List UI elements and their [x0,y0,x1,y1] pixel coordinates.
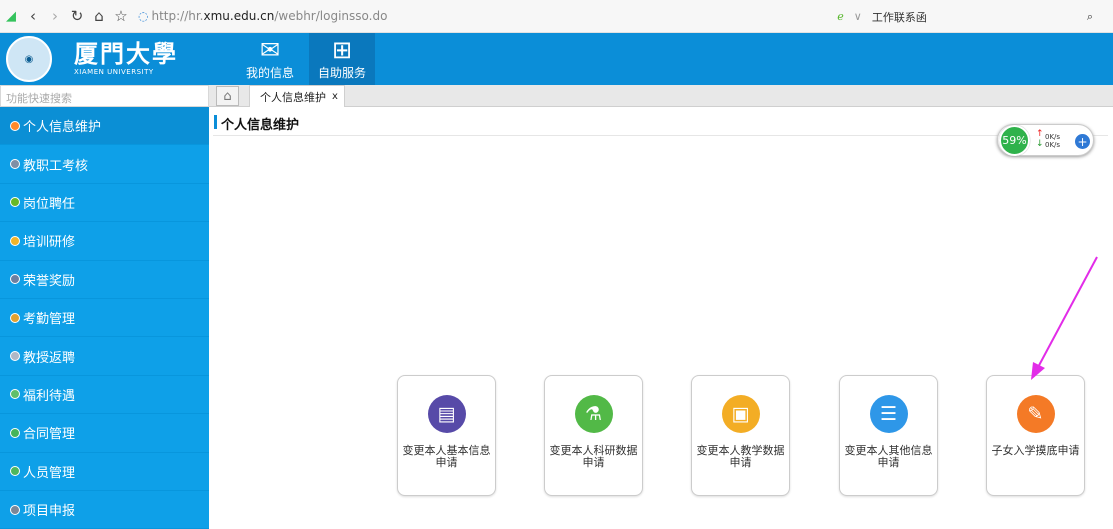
tab-close-icon[interactable]: x [332,91,338,102]
training-icon [10,235,20,246]
person-icon [10,120,20,131]
sidebar-item-position[interactable]: 岗位聘任 [0,184,209,223]
favorite-star-icon[interactable]: ☆ [110,5,132,27]
rehire-icon [10,351,20,362]
page-icon: ◌ [138,9,149,23]
browser-logo-icon: ◢ [6,8,16,24]
sidebar-menu: 个人信息维护 教职工考核 岗位聘任 培训研修 荣誉奖励 考勤管理 教授返聘 福利… [0,107,209,529]
list-icon: ☰ [869,395,908,433]
url-domain: xmu.edu.cn [203,9,275,23]
logo-english-name: XIAMEN UNIVERSITY [74,68,154,76]
app-header: ◉ 厦門大學 XIAMEN UNIVERSITY ✉ 我的信息 ⊞ 自助服务 [0,33,1113,85]
network-speed-widget[interactable]: 59% ↑ ↓ 0K/s 0K/s + [997,124,1094,156]
sidebar-item-contract[interactable]: 合同管理 [0,414,209,453]
sidebar-item-personal-info[interactable]: 个人信息维护 [0,107,209,146]
card-other-info-change[interactable]: ☰ 变更本人其他信息申请 [839,375,938,496]
tab-label: 个人信息维护 [260,90,326,104]
sidebar-item-welfare[interactable]: 福利待遇 [0,376,209,415]
honor-icon [10,274,20,285]
url-prefix: http://hr. [151,9,204,23]
sidebar-item-rehire[interactable]: 教授返聘 [0,337,209,376]
sidebar-item-label: 荣誉奖励 [23,273,76,289]
card-label: 变更本人基本信息申请 [402,444,491,469]
sidebar-item-label: 岗位聘任 [23,196,76,212]
university-logo[interactable]: ◉ 厦門大學 XIAMEN UNIVERSITY [6,36,178,82]
grid-icon: ⊞ [331,36,353,64]
sidebar-item-staff-assessment[interactable]: 教职工考核 [0,145,209,184]
address-bar[interactable]: ◌ http://hr. xmu.edu.cn/webhr/loginsso.do [138,9,387,23]
microscope-icon: ⚗ [574,395,613,433]
envelope-icon: ✉ [259,36,281,64]
sidebar-item-attendance[interactable]: 考勤管理 [0,299,209,338]
logo-chinese-name: 厦門大學 [74,39,178,68]
nav-my-info[interactable]: ✉ 我的信息 [237,33,303,85]
refresh-icon[interactable]: ↻ [66,5,88,27]
sidebar-item-honors[interactable]: 荣誉奖励 [0,261,209,299]
sidebar-item-label: 培训研修 [23,235,76,251]
search-icon[interactable]: ⌕ [1087,10,1093,24]
browser-bookmark-label[interactable]: 工作联系函 [872,9,927,25]
download-speed: 0K/s [1045,141,1061,149]
sidebar-item-label: 人员管理 [23,465,76,481]
sidebar-item-label: 教授返聘 [23,350,76,366]
upload-speed: 0K/s [1045,133,1061,141]
home-icon[interactable]: ⌂ [88,5,110,27]
assessment-icon [10,159,20,170]
upload-arrow-icon: ↑ [1036,129,1044,139]
function-search-input[interactable]: 功能快速搜索 [0,85,209,107]
card-basic-info-change[interactable]: ▤ 变更本人基本信息申请 [397,375,496,496]
card-research-data-change[interactable]: ⚗ 变更本人科研数据申请 [544,375,643,496]
card-label: 子女入学摸底申请 [991,444,1080,457]
card-child-enrollment[interactable]: ✎ 子女入学摸底申请 [986,375,1085,496]
card-teaching-data-change[interactable]: ▣ 变更本人教学数据申请 [691,375,790,496]
welfare-icon [10,389,20,400]
card-label: 变更本人其他信息申请 [844,444,933,469]
university-seal-icon: ◉ [6,36,52,82]
ie-mode-icon[interactable]: ℯ [837,10,844,23]
forward-icon[interactable]: › [44,5,66,27]
home-tab-icon[interactable]: ⌂ [216,86,239,106]
sidebar-item-training[interactable]: 培训研修 [0,222,209,261]
edit-icon: ✎ [1016,395,1055,433]
dropdown-icon[interactable]: ∨ [854,10,862,23]
page-title: 个人信息维护 [213,114,1108,136]
speed-percent: 59% [999,125,1030,156]
card-label: 变更本人科研数据申请 [549,444,638,469]
sidebar-item-label: 教职工考核 [23,158,89,174]
document-icon: ▤ [427,395,466,433]
nav-self-service[interactable]: ⊞ 自助服务 [309,33,375,85]
contract-icon [10,427,20,438]
sidebar-item-label: 考勤管理 [23,312,76,328]
attendance-icon [10,312,20,323]
browser-toolbar: ◢ ‹ › ↻ ⌂ ☆ ◌ http://hr. xmu.edu.cn/webhr… [0,0,1113,33]
sidebar-item-staff[interactable]: 人员管理 [0,453,209,491]
tab-personal-info[interactable]: 个人信息维护 x [249,85,345,107]
sidebar-item-label: 福利待遇 [23,388,76,404]
nav-self-service-label: 自助服务 [317,66,366,80]
sidebar-item-label: 个人信息维护 [23,120,102,136]
nav-my-info-label: 我的信息 [245,66,294,80]
card-label: 变更本人教学数据申请 [696,444,785,469]
tab-bar: ⌂ 个人信息维护 x [209,85,1113,107]
position-icon [10,197,20,208]
teaching-icon: ▣ [721,395,760,433]
download-arrow-icon: ↓ [1036,139,1044,149]
back-icon[interactable]: ‹ [22,5,44,27]
sidebar-item-label: 项目申报 [23,504,76,520]
project-icon [10,504,20,515]
plus-icon[interactable]: + [1075,134,1090,149]
sidebar-item-project[interactable]: 项目申报 [0,491,209,529]
url-path: /webhr/loginsso.do [274,9,388,23]
browser-right-tools: ℯ ∨ 工作联系函 ⌕ [837,0,1093,33]
sidebar-item-label: 合同管理 [23,427,76,443]
staff-icon [10,466,20,477]
